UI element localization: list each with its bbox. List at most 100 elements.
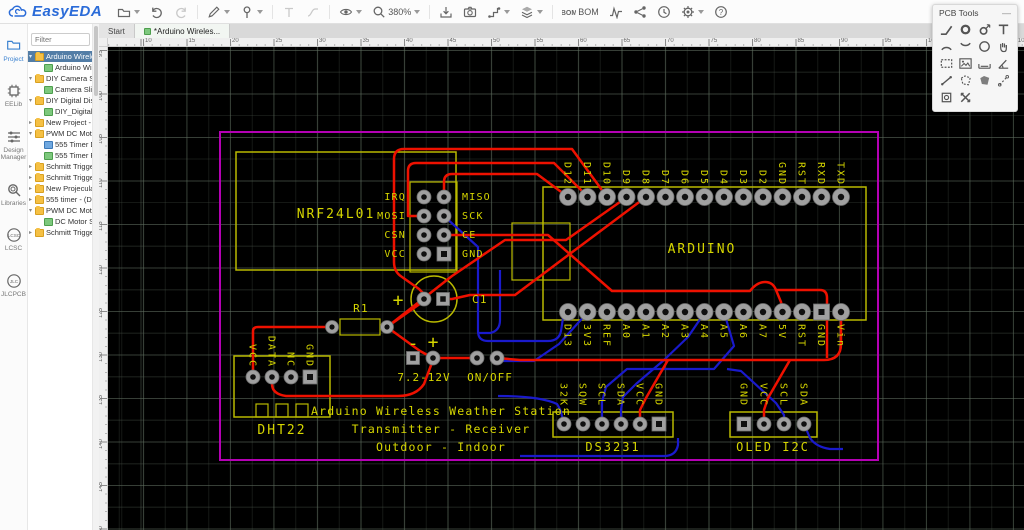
arduino-pin-label[interactable]: 5V — [776, 324, 787, 340]
tree-item[interactable]: ▾DIY Digital Distanc — [28, 95, 92, 106]
via-tool-icon[interactable] — [975, 21, 994, 38]
oled-pin-label[interactable]: GND — [738, 383, 749, 407]
arduino-pin-label[interactable]: D11 — [581, 162, 592, 186]
ds3231-label[interactable]: DS3231 — [585, 440, 640, 454]
arduino-pin-label[interactable]: D3 — [737, 170, 748, 186]
arduino-pin-label[interactable]: RST — [796, 162, 807, 186]
sidebar-item-eelib[interactable]: EELib — [0, 77, 27, 114]
component-outline[interactable] — [512, 223, 570, 280]
ds3231-pin-label[interactable]: SQW — [577, 383, 588, 407]
chevron-down-icon[interactable] — [134, 10, 140, 14]
connection-tool-icon[interactable] — [994, 72, 1013, 89]
waveform-icon[interactable] — [605, 2, 627, 22]
arduino-label[interactable]: ARDUINO — [668, 242, 737, 257]
tree-item[interactable]: DC Motor Speed — [28, 216, 92, 227]
arduino-pin-label[interactable]: D10 — [601, 162, 612, 186]
tree-item[interactable]: DIY_Digital_Dista — [28, 106, 92, 117]
tree-item[interactable]: ▾Arduino Wireless W — [28, 51, 92, 62]
chevron-down-icon[interactable] — [537, 10, 543, 14]
sidebar-item-jlcpcb[interactable]: JLCJLCPCB — [0, 267, 27, 304]
camera-icon[interactable] — [459, 2, 481, 22]
history-icon[interactable] — [653, 2, 675, 22]
nrf-pin-label[interactable]: MISO — [462, 192, 491, 203]
arduino-pin-label[interactable]: TXD — [835, 162, 846, 186]
power-minus-mark[interactable]: - — [408, 333, 419, 354]
tree-item[interactable]: ▾DIY Camera Slider — [28, 73, 92, 84]
trace-top[interactable] — [408, 163, 588, 216]
board-title-line[interactable]: Outdoor - Indoor — [376, 440, 506, 454]
power-plus-mark[interactable]: + — [428, 332, 439, 353]
tree-item[interactable]: ▾PWM DC Motor Sp — [28, 128, 92, 139]
oled-pin-label[interactable]: SCL — [778, 383, 789, 407]
route-icon[interactable] — [483, 2, 514, 22]
dht22-pin-label[interactable]: DATA — [266, 336, 277, 368]
arduino-pin-label[interactable]: RST — [796, 324, 807, 348]
nrf-pin-label[interactable]: SCK — [462, 211, 484, 222]
arduino-pin-label[interactable]: D12 — [562, 162, 573, 186]
power-label[interactable]: 7.2-12V — [397, 371, 450, 384]
minimize-icon[interactable]: — — [1002, 10, 1011, 16]
image-tool-icon[interactable] — [956, 55, 975, 72]
arduino-pin-label[interactable]: A4 — [698, 324, 709, 340]
switch-label[interactable]: ON/OFF — [467, 371, 513, 384]
arduino-pin-label[interactable]: D6 — [679, 170, 690, 186]
arduino-pin-label[interactable]: REF — [601, 324, 612, 348]
ds3231-pin-label[interactable]: SDA — [615, 383, 626, 407]
track-tool-icon[interactable] — [937, 21, 956, 38]
nrf-pin-label[interactable]: GND — [462, 249, 484, 260]
arduino-pin-label[interactable]: A6 — [737, 324, 748, 340]
arc-tool-icon[interactable] — [937, 38, 956, 55]
arduino-pin-label[interactable]: Vin — [835, 324, 846, 348]
chevron-down-icon[interactable] — [414, 10, 420, 14]
tree-item[interactable]: ▸New Projeculat - (C — [28, 183, 92, 194]
arduino-pin-label[interactable]: D7 — [659, 170, 670, 186]
tree-item[interactable]: ▸Schmitt Trigger01 - — [28, 227, 92, 238]
tab-arduino-wireless[interactable]: *Arduino Wireles... — [135, 24, 230, 38]
ds3231-pin-label[interactable]: SCL — [596, 383, 607, 407]
chevron-down-icon[interactable] — [224, 10, 230, 14]
chevron-down-icon[interactable] — [504, 10, 510, 14]
pcb-canvas[interactable]: NRF24L01ARDUINOIRQMOSICSNVCCMISOSCKCEGND… — [108, 47, 1024, 530]
nrf-pin-label[interactable]: IRQ — [384, 192, 406, 203]
arduino-pin-label[interactable]: A0 — [620, 324, 631, 340]
chevron-down-icon[interactable] — [257, 10, 263, 14]
sidebar-item-project[interactable]: Project — [0, 32, 27, 69]
bom-icon[interactable]: BOMBOM — [558, 2, 603, 22]
chevron-down-icon[interactable] — [356, 10, 362, 14]
solid-region-tool-icon[interactable] — [975, 72, 994, 89]
arduino-pin-label[interactable]: GND — [815, 324, 826, 348]
board-title-line[interactable]: Arduino Wireless Weather Station — [311, 404, 571, 418]
oled-label[interactable]: OLED I2C — [736, 440, 810, 454]
dht22-notch[interactable] — [256, 404, 268, 417]
arc-center-tool-icon[interactable] — [956, 38, 975, 55]
pin-icon[interactable] — [236, 2, 267, 22]
dht22-label[interactable]: DHT22 — [257, 423, 306, 438]
ds3231-pin-label[interactable]: GND — [653, 383, 664, 407]
eye-icon[interactable] — [335, 2, 366, 22]
gear-icon[interactable] — [677, 2, 708, 22]
ds3231-pin-label[interactable]: 32K — [558, 383, 569, 407]
tree-item[interactable]: ▸Schmitt Trigger01 - — [28, 172, 92, 183]
nrf-pin-label[interactable]: CSN — [384, 230, 406, 241]
copper-area-tool-icon[interactable] — [956, 72, 975, 89]
r1-label[interactable]: R1 — [353, 302, 369, 315]
hole-tool-icon[interactable] — [937, 89, 956, 106]
protractor-tool-icon[interactable] — [994, 55, 1013, 72]
scrollbar-thumb[interactable] — [94, 26, 98, 96]
r1-outline[interactable] — [340, 319, 380, 335]
text-tool-icon[interactable] — [994, 21, 1013, 38]
arduino-pin-label[interactable]: A5 — [718, 324, 729, 340]
sidebar-item-lcsc[interactable]: LCSCLCSC — [0, 221, 27, 258]
circle-tool-icon[interactable] — [975, 38, 994, 55]
easyeda-logo[interactable]: EasyEDA — [0, 3, 112, 20]
ds3231-pin-label[interactable]: VCC — [634, 383, 645, 407]
tree-item[interactable]: 555 Timer PWM S — [28, 150, 92, 161]
sidebar-item-design-manager[interactable]: Design Manager — [0, 123, 27, 168]
arduino-pin-label[interactable]: D9 — [620, 170, 631, 186]
import-icon[interactable] — [435, 2, 457, 22]
arduino-pin-label[interactable]: A3 — [679, 324, 690, 340]
c1-label[interactable]: C1 — [472, 293, 488, 306]
tree-item[interactable]: ▸New Project - (Deja — [28, 117, 92, 128]
dht22-pin-label[interactable]: GND — [304, 344, 315, 368]
arduino-pin-label[interactable]: D8 — [640, 170, 651, 186]
